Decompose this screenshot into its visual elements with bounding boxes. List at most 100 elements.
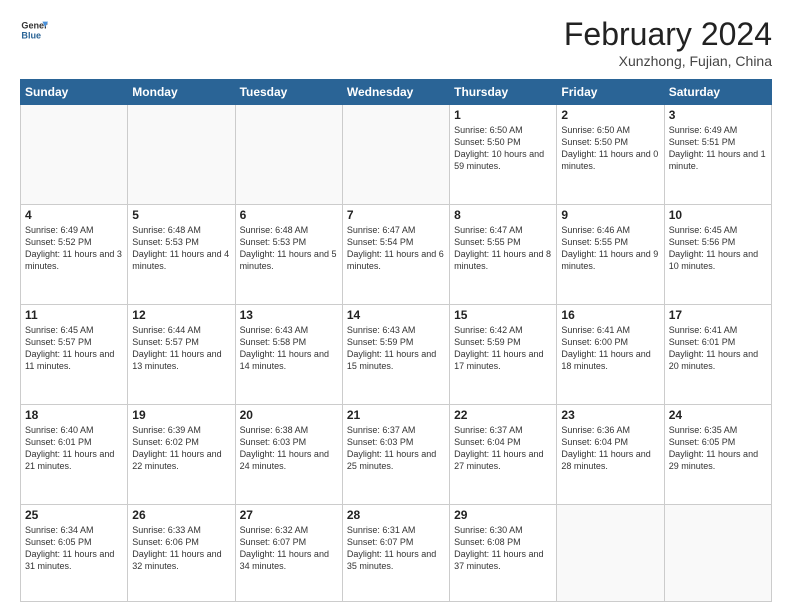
table-row: 14 Sunrise: 6:43 AM Sunset: 5:59 PM Dayli…: [342, 304, 449, 404]
day-number: 23: [561, 408, 659, 422]
table-row: 25Sunrise: 6:34 AM Sunset: 6:05 PM Dayli…: [21, 504, 128, 602]
day-info: Sunrise: 6:43 AM Sunset: 5:59 PM Dayligh…: [347, 325, 436, 371]
table-row: 23 Sunrise: 6:36 AM Sunset: 6:04 PM Dayli…: [557, 404, 664, 504]
table-row: 24 Sunrise: 6:35 AM Sunset: 6:05 PM Dayli…: [664, 404, 771, 504]
table-row: 11 Sunrise: 6:45 AM Sunset: 5:57 PM Dayli…: [21, 304, 128, 404]
day-number: 24: [669, 408, 767, 422]
day-info: Sunrise: 6:49 AM Sunset: 5:52 PM Dayligh…: [25, 225, 122, 271]
col-sunday: Sunday: [21, 80, 128, 105]
day-number: 4: [25, 208, 123, 222]
month-title: February 2024: [564, 16, 772, 53]
day-number: 1: [454, 108, 552, 122]
col-friday: Friday: [557, 80, 664, 105]
day-number: 16: [561, 308, 659, 322]
day-info: Sunrise: 6:36 AM Sunset: 6:04 PM Dayligh…: [561, 425, 650, 471]
title-block: February 2024 Xunzhong, Fujian, China: [564, 16, 772, 69]
day-info: Sunrise: 6:44 AM Sunset: 5:57 PM Dayligh…: [132, 325, 221, 371]
table-row: 21 Sunrise: 6:37 AM Sunset: 6:03 PM Dayli…: [342, 404, 449, 504]
day-info: Sunrise: 6:40 AM Sunset: 6:01 PM Dayligh…: [25, 425, 114, 471]
table-row: [342, 105, 449, 205]
table-row: 9 Sunrise: 6:46 AM Sunset: 5:55 PM Daylig…: [557, 204, 664, 304]
day-number: 7: [347, 208, 445, 222]
day-number: 12: [132, 308, 230, 322]
day-info: Sunrise: 6:46 AM Sunset: 5:55 PM Dayligh…: [561, 225, 658, 271]
calendar-header-row: Sunday Monday Tuesday Wednesday Thursday…: [21, 80, 772, 105]
day-info: Sunrise: 6:37 AM Sunset: 6:04 PM Dayligh…: [454, 425, 543, 471]
day-number: 10: [669, 208, 767, 222]
table-row: 28Sunrise: 6:31 AM Sunset: 6:07 PM Dayli…: [342, 504, 449, 602]
col-monday: Monday: [128, 80, 235, 105]
table-row: 16 Sunrise: 6:41 AM Sunset: 6:00 PM Dayli…: [557, 304, 664, 404]
table-row: 26 Sunrise: 6:33 AM Sunset: 6:06 PM Dayli…: [128, 504, 235, 602]
logo-icon: General Blue: [20, 16, 48, 44]
day-number: 14: [347, 308, 445, 322]
day-number: 9: [561, 208, 659, 222]
table-row: [557, 504, 664, 602]
day-info: Sunrise: 6:33 AM Sunset: 6:06 PM Dayligh…: [132, 525, 221, 571]
svg-text:Blue: Blue: [21, 30, 41, 40]
day-info: Sunrise: 6:31 AM Sunset: 6:07 PM Dayligh…: [347, 525, 436, 571]
table-row: 22 Sunrise: 6:37 AM Sunset: 6:04 PM Dayli…: [450, 404, 557, 504]
day-number: 8: [454, 208, 552, 222]
day-number: 26: [132, 508, 230, 522]
day-info: Sunrise: 6:41 AM Sunset: 6:00 PM Dayligh…: [561, 325, 650, 371]
day-info: Sunrise: 6:35 AM Sunset: 6:05 PM Dayligh…: [669, 425, 758, 471]
header: General Blue February 2024 Xunzhong, Fuj…: [20, 16, 772, 69]
table-row: 1 Sunrise: 6:50 AM Sunset: 5:50 PM Daylig…: [450, 105, 557, 205]
day-info: Sunrise: 6:47 AM Sunset: 5:55 PM Dayligh…: [454, 225, 551, 271]
day-number: 13: [240, 308, 338, 322]
table-row: [128, 105, 235, 205]
day-info: Sunrise: 6:48 AM Sunset: 5:53 PM Dayligh…: [132, 225, 229, 271]
day-info: Sunrise: 6:42 AM Sunset: 5:59 PM Dayligh…: [454, 325, 543, 371]
day-info: Sunrise: 6:43 AM Sunset: 5:58 PM Dayligh…: [240, 325, 329, 371]
table-row: 4 Sunrise: 6:49 AM Sunset: 5:52 PM Daylig…: [21, 204, 128, 304]
table-row: 2 Sunrise: 6:50 AM Sunset: 5:50 PM Daylig…: [557, 105, 664, 205]
table-row: 27Sunrise: 6:32 AM Sunset: 6:07 PM Dayli…: [235, 504, 342, 602]
col-saturday: Saturday: [664, 80, 771, 105]
day-number: 2: [561, 108, 659, 122]
day-info: Sunrise: 6:50 AM Sunset: 5:50 PM Dayligh…: [561, 125, 658, 171]
table-row: 5Sunrise: 6:48 AM Sunset: 5:53 PM Daylig…: [128, 204, 235, 304]
table-row: 10 Sunrise: 6:45 AM Sunset: 5:56 PM Dayli…: [664, 204, 771, 304]
table-row: 3 Sunrise: 6:49 AM Sunset: 5:51 PM Daylig…: [664, 105, 771, 205]
table-row: [664, 504, 771, 602]
calendar: Sunday Monday Tuesday Wednesday Thursday…: [20, 79, 772, 602]
day-number: 21: [347, 408, 445, 422]
day-info: Sunrise: 6:34 AM Sunset: 6:05 PM Dayligh…: [25, 525, 114, 571]
table-row: 20Sunrise: 6:38 AM Sunset: 6:03 PM Dayli…: [235, 404, 342, 504]
logo: General Blue: [20, 16, 48, 44]
location: Xunzhong, Fujian, China: [564, 53, 772, 69]
day-info: Sunrise: 6:41 AM Sunset: 6:01 PM Dayligh…: [669, 325, 758, 371]
day-number: 29: [454, 508, 552, 522]
day-info: Sunrise: 6:37 AM Sunset: 6:03 PM Dayligh…: [347, 425, 436, 471]
table-row: [235, 105, 342, 205]
col-thursday: Thursday: [450, 80, 557, 105]
day-number: 18: [25, 408, 123, 422]
day-info: Sunrise: 6:48 AM Sunset: 5:53 PM Dayligh…: [240, 225, 337, 271]
day-number: 3: [669, 108, 767, 122]
day-info: Sunrise: 6:47 AM Sunset: 5:54 PM Dayligh…: [347, 225, 444, 271]
table-row: [21, 105, 128, 205]
day-info: Sunrise: 6:50 AM Sunset: 5:50 PM Dayligh…: [454, 125, 544, 171]
table-row: 29Sunrise: 6:30 AM Sunset: 6:08 PM Dayli…: [450, 504, 557, 602]
table-row: 13 Sunrise: 6:43 AM Sunset: 5:58 PM Dayli…: [235, 304, 342, 404]
day-number: 11: [25, 308, 123, 322]
day-number: 6: [240, 208, 338, 222]
table-row: 7 Sunrise: 6:47 AM Sunset: 5:54 PM Daylig…: [342, 204, 449, 304]
col-wednesday: Wednesday: [342, 80, 449, 105]
table-row: 15 Sunrise: 6:42 AM Sunset: 5:59 PM Dayli…: [450, 304, 557, 404]
table-row: 18 Sunrise: 6:40 AM Sunset: 6:01 PM Dayli…: [21, 404, 128, 504]
day-info: Sunrise: 6:49 AM Sunset: 5:51 PM Dayligh…: [669, 125, 766, 171]
table-row: 19Sunrise: 6:39 AM Sunset: 6:02 PM Dayli…: [128, 404, 235, 504]
table-row: 8 Sunrise: 6:47 AM Sunset: 5:55 PM Daylig…: [450, 204, 557, 304]
table-row: 12 Sunrise: 6:44 AM Sunset: 5:57 PM Dayli…: [128, 304, 235, 404]
table-row: 6 Sunrise: 6:48 AM Sunset: 5:53 PM Daylig…: [235, 204, 342, 304]
day-number: 15: [454, 308, 552, 322]
table-row: 17 Sunrise: 6:41 AM Sunset: 6:01 PM Dayli…: [664, 304, 771, 404]
day-info: Sunrise: 6:45 AM Sunset: 5:57 PM Dayligh…: [25, 325, 114, 371]
day-info: Sunrise: 6:45 AM Sunset: 5:56 PM Dayligh…: [669, 225, 758, 271]
day-number: 22: [454, 408, 552, 422]
day-number: 17: [669, 308, 767, 322]
day-number: 20: [240, 408, 338, 422]
day-number: 19: [132, 408, 230, 422]
